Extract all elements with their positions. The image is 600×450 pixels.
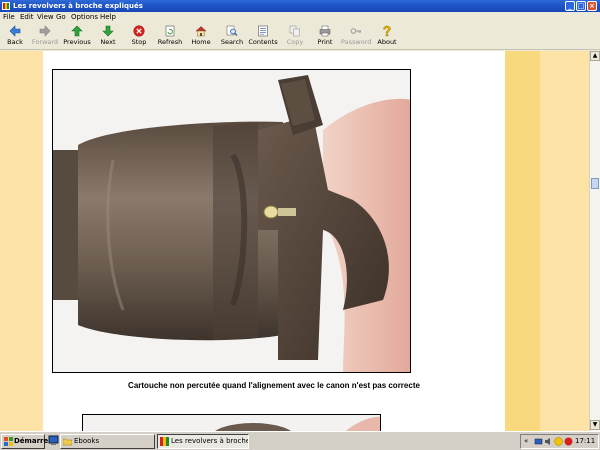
stop-icon (133, 25, 145, 37)
photo-caption: Cartouche non percutée quand l'alignemen… (128, 381, 420, 390)
scroll-thumb[interactable] (591, 178, 599, 189)
home-button[interactable]: Home (186, 24, 216, 49)
scroll-up-button[interactable]: ▲ (590, 51, 600, 61)
menu-edit[interactable]: Edit (20, 12, 34, 22)
windows-flag-icon (4, 437, 13, 446)
previous-button[interactable]: Previous (62, 24, 92, 49)
network-icon[interactable] (534, 437, 543, 446)
minimize-button[interactable]: _ (565, 1, 575, 11)
decorative-stripe (505, 51, 540, 431)
contents-icon (258, 25, 268, 37)
copy-button[interactable]: Copy (280, 24, 310, 49)
volume-icon[interactable] (544, 437, 553, 446)
antivirus-icon[interactable] (564, 437, 573, 446)
up-arrow-icon (71, 25, 83, 37)
forward-button[interactable]: Forward (30, 24, 60, 49)
security-icon[interactable] (554, 437, 563, 446)
menu-options[interactable]: Options (71, 12, 98, 22)
quicklaunch-desktop-icon[interactable] (48, 435, 59, 446)
vertical-scrollbar[interactable]: ▲ ▼ (589, 51, 600, 431)
copy-icon (289, 25, 300, 37)
about-icon (383, 25, 391, 37)
start-label: Démarrer (14, 437, 52, 445)
print-button[interactable]: Print (310, 24, 340, 49)
second-photo-image (83, 415, 380, 431)
key-icon (350, 28, 361, 34)
scroll-down-button[interactable]: ▼ (590, 420, 600, 430)
refresh-button[interactable]: Refresh (155, 24, 185, 49)
forward-arrow-icon (39, 25, 51, 37)
menu-file[interactable]: File (3, 12, 15, 22)
system-tray: « 17:11 (520, 434, 599, 449)
password-button[interactable]: Password (341, 24, 371, 49)
back-button[interactable]: Back (0, 24, 30, 49)
revolver-cylinder-image (53, 70, 410, 372)
window-title: Les revolvers à broche expliqués (13, 2, 143, 10)
down-arrow-icon (102, 25, 114, 37)
menu-help[interactable]: Help (100, 12, 116, 22)
home-icon (195, 26, 207, 37)
second-photo (82, 414, 381, 431)
contents-button[interactable]: Contents (248, 24, 278, 49)
stop-button[interactable]: Stop (124, 24, 154, 49)
tray-expand-chevron[interactable]: « (524, 435, 528, 448)
start-button[interactable]: Démarrer (1, 434, 52, 449)
printer-icon (319, 25, 331, 37)
taskbar: Démarrer Ebooks Les revolvers à broche..… (0, 431, 600, 450)
next-button[interactable]: Next (93, 24, 123, 49)
close-button[interactable]: × (587, 1, 597, 11)
app-icon (2, 2, 10, 10)
revolver-photo (52, 69, 411, 373)
title-bar: Les revolvers à broche expliqués _ □ × (0, 0, 600, 12)
menu-go[interactable]: Go (56, 12, 66, 22)
task-ebooks[interactable]: Ebooks (60, 434, 155, 449)
back-arrow-icon (9, 25, 21, 37)
refresh-icon (165, 25, 175, 37)
menu-bar: File Edit View Go Options Help (0, 12, 600, 22)
search-icon (226, 25, 238, 36)
clock: 17:11 (575, 437, 596, 445)
search-button[interactable]: Search (217, 24, 247, 49)
task-revolvers[interactable]: Les revolvers à broche... (157, 434, 249, 449)
toolbar: Back Forward Previous Next Stop Refresh … (0, 23, 600, 50)
content-viewport: Cartouche non percutée quand l'alignemen… (0, 51, 589, 431)
about-button[interactable]: About (372, 24, 402, 49)
ebook-icon (160, 437, 169, 446)
folder-icon (63, 438, 72, 446)
maximize-button[interactable]: □ (576, 1, 586, 11)
menu-view[interactable]: View (37, 12, 54, 22)
